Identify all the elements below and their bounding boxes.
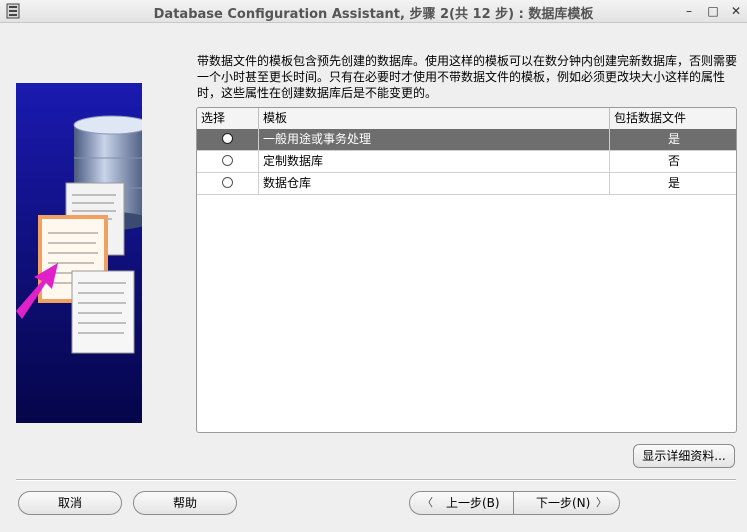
back-button-label: 上一步(B): [446, 496, 500, 510]
chevron-right-icon: 〉: [596, 496, 607, 509]
table-row[interactable]: 定制数据库 否: [197, 151, 736, 173]
radio-button[interactable]: [222, 177, 233, 188]
maximize-button[interactable]: □: [704, 2, 722, 20]
close-button[interactable]: ✕: [727, 2, 745, 20]
description-line: 一个小时甚至更长时间。只有在必要时才使用不带数据文件的模板，例如必须更改块大小这…: [197, 70, 726, 84]
show-details-button[interactable]: 显示详细资料...: [633, 444, 735, 468]
includes-datafiles-cell: 是: [667, 132, 680, 146]
template-table: 选择 模板 包括数据文件 一般用途或事务处理 是 定制数据库 否 数据仓库 是: [196, 107, 737, 433]
wizard-illustration: [16, 83, 142, 423]
column-header-includes-datafiles[interactable]: 包括数据文件: [610, 108, 736, 129]
help-button[interactable]: 帮助: [133, 491, 237, 515]
navigation-buttons: 〈 上一步(B) 下一步(N) 〉: [409, 491, 620, 515]
template-name-cell: 数据仓库: [259, 173, 610, 194]
select-cell[interactable]: [197, 129, 259, 150]
chevron-left-icon: 〈: [422, 496, 433, 509]
select-cell[interactable]: [197, 173, 259, 194]
minimize-button[interactable]: –: [680, 2, 698, 20]
separator: [16, 479, 736, 481]
includes-datafiles-cell: 是: [667, 176, 680, 190]
column-header-template[interactable]: 模板: [259, 108, 610, 129]
back-button[interactable]: 〈 上一步(B): [409, 491, 514, 515]
radio-button[interactable]: [222, 155, 233, 166]
column-header-select[interactable]: 选择: [197, 108, 259, 129]
radio-button[interactable]: [222, 133, 233, 144]
template-name-cell: 一般用途或事务处理: [259, 129, 610, 150]
description-line: 时，这些属性在创建数据库后是不能变更的。: [197, 86, 438, 100]
table-header: 选择 模板 包括数据文件: [197, 108, 736, 130]
table-row[interactable]: 一般用途或事务处理 是: [197, 129, 736, 151]
select-cell[interactable]: [197, 151, 259, 172]
next-button-label: 下一步(N): [536, 496, 591, 510]
title-bar: Database Configuration Assistant, 步骤 2(共…: [0, 0, 747, 23]
next-button[interactable]: 下一步(N) 〉: [514, 491, 620, 515]
window-title: Database Configuration Assistant, 步骤 2(共…: [153, 7, 594, 22]
description-text: 带数据文件的模板包含预先创建的数据库。使用这样的模板可以在数分钟内创建完新数据库…: [197, 53, 737, 101]
description-line: 带数据文件的模板包含预先创建的数据库。使用这样的模板可以在数分钟内创建完新数据库…: [197, 54, 738, 68]
template-name-cell: 定制数据库: [259, 151, 610, 172]
cancel-button[interactable]: 取消: [18, 491, 122, 515]
table-row[interactable]: 数据仓库 是: [197, 173, 736, 195]
includes-datafiles-cell: 否: [667, 154, 680, 168]
